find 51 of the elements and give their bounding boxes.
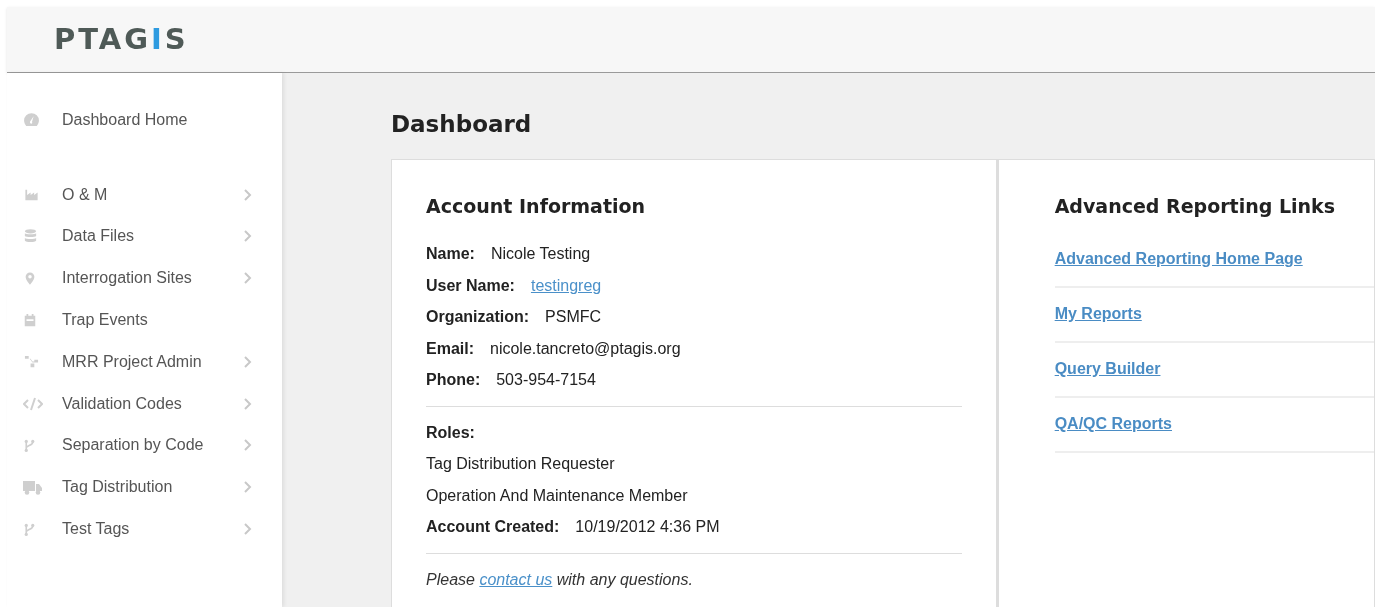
field-label: Account Created: — [426, 517, 560, 538]
report-link[interactable]: QA/QC Reports — [1054, 412, 1172, 436]
calendar-icon — [23, 312, 37, 329]
field-label: Organization: — [426, 307, 530, 328]
report-link[interactable]: Query Builder — [1054, 357, 1161, 381]
chevron-right-icon — [244, 523, 252, 536]
report-link[interactable]: My Reports — [1054, 302, 1142, 326]
field-value: PSMFC — [545, 307, 602, 328]
map-pin-icon — [23, 269, 37, 287]
factory-icon — [23, 187, 40, 202]
field-value: 503-954-7154 — [496, 370, 596, 391]
code-icon — [23, 396, 43, 411]
field-label: Roles: — [426, 422, 475, 443]
chevron-right-icon — [244, 355, 252, 368]
page-title: Dashboard — [391, 110, 533, 139]
field-value: nicole.tancreto@ptagis.org — [490, 338, 681, 359]
field-label: User Name: — [426, 275, 515, 296]
contact-link[interactable]: contact us — [479, 570, 553, 588]
field-label: Email: — [426, 338, 474, 359]
sidebar-item[interactable]: Tag Distribution — [23, 466, 252, 509]
sidebar-item[interactable]: Interrogation Sites — [23, 257, 252, 300]
truck-icon — [23, 479, 43, 495]
field-label: Phone: — [426, 370, 481, 391]
chevron-right-icon — [244, 439, 252, 452]
chevron-right-icon — [244, 481, 252, 494]
role-text: Operation And Maintenance Member — [426, 485, 688, 506]
sidebar-item[interactable]: Trap Events — [23, 299, 252, 341]
sidebar-item[interactable]: MRR Project Admin — [23, 341, 252, 383]
report-link[interactable]: Advanced Reporting Home Page — [1054, 247, 1303, 271]
card-title: Advanced Reporting Links — [1054, 194, 1337, 219]
field-value: Nicole Testing — [490, 244, 591, 265]
sidebar-item[interactable]: Dashboard Home — [23, 99, 252, 141]
sidebar-item[interactable]: Test Tags — [23, 508, 252, 550]
chevron-right-icon — [244, 188, 252, 201]
field-value: 10/19/2012 4:36 PM — [575, 517, 720, 538]
sidebar-item[interactable]: O & M — [23, 173, 252, 216]
field-label: Name: — [426, 244, 475, 265]
logo[interactable]: PTAG I S — [54, 25, 189, 54]
help-note: Please contact us with any questions. — [426, 569, 693, 590]
dashboard-gauge-icon — [23, 111, 40, 129]
network-icon — [23, 354, 40, 370]
chevron-right-icon — [244, 397, 252, 410]
database-icon — [23, 228, 38, 245]
sidebar-item[interactable]: Validation Codes — [23, 382, 252, 425]
chevron-right-icon — [244, 230, 252, 243]
card-title: Account Information — [426, 194, 647, 219]
chevron-right-icon — [244, 272, 252, 285]
sidebar-item[interactable]: Data Files — [23, 215, 252, 258]
sidebar-item[interactable]: Separation by Code — [23, 424, 252, 467]
username-link[interactable]: testingreg — [530, 273, 602, 298]
role-text: Tag Distribution Requester — [426, 454, 615, 475]
